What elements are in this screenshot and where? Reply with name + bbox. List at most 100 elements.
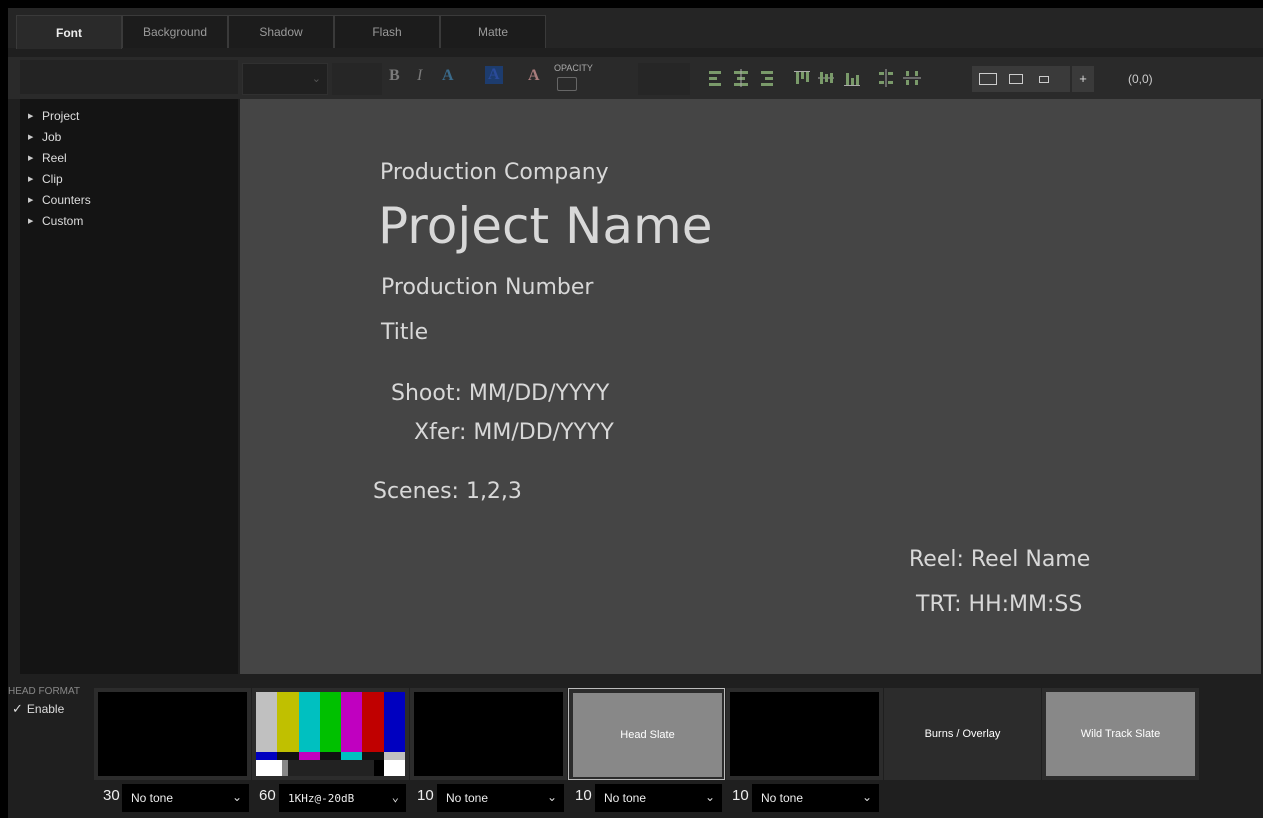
toolbar-left-field xyxy=(20,60,238,94)
add-button[interactable]: + xyxy=(1072,66,1094,92)
xfer-date-text[interactable]: Xfer: MM/DD/YYYY xyxy=(414,420,614,445)
slate-canvas[interactable]: Production Company Project Name Producti… xyxy=(240,99,1261,674)
duration-field[interactable]: 30 xyxy=(103,787,120,804)
slot-preview xyxy=(98,692,247,776)
tab-shadow[interactable]: Shadow xyxy=(228,15,334,48)
color-bars-preview xyxy=(256,692,405,776)
tab-font[interactable]: Font xyxy=(16,15,122,49)
align-right-icon[interactable] xyxy=(756,68,776,88)
duration-field[interactable]: 60 xyxy=(259,787,276,804)
tab-background[interactable]: Background xyxy=(122,15,228,48)
tree-item-counters[interactable]: ▶ Counters xyxy=(20,189,238,210)
align-left-icon[interactable] xyxy=(706,68,726,88)
tone-select-value: No tone xyxy=(604,791,647,805)
burns-overlay-preview: Burns / Overlay xyxy=(924,728,1001,740)
tone-select-value: No tone xyxy=(446,791,489,805)
text-outline-button[interactable]: A xyxy=(442,67,454,85)
color-bar xyxy=(298,692,321,752)
distribute-vertical-icon[interactable] xyxy=(902,68,922,88)
tree-item-clip[interactable]: ▶ Clip xyxy=(20,168,238,189)
tone-select-value: No tone xyxy=(131,791,174,805)
tone-select[interactable]: No tone ⌄ xyxy=(122,784,249,812)
chevron-down-icon: ⌄ xyxy=(704,790,715,804)
tree-item-label: Project xyxy=(42,108,80,123)
format-slot-color-bars[interactable] xyxy=(252,688,409,780)
tree-item-label: Clip xyxy=(42,171,63,186)
expand-arrow-icon: ▶ xyxy=(28,112,34,120)
large-box-icon[interactable] xyxy=(977,70,999,88)
color-bar-mid xyxy=(277,752,300,760)
expand-arrow-icon: ▶ xyxy=(28,133,34,141)
tree-item-custom[interactable]: ▶ Custom xyxy=(20,210,238,231)
color-bar xyxy=(319,692,342,752)
coordinate-readout: (0,0) xyxy=(1128,72,1153,86)
format-slot-wild-track-slate[interactable]: Wild Track Slate xyxy=(1042,688,1199,780)
format-slot-black-3[interactable] xyxy=(726,688,883,780)
format-slot-black-1[interactable] xyxy=(94,688,251,780)
chevron-down-icon: ⌄ xyxy=(311,73,321,85)
expand-arrow-icon: ▶ xyxy=(28,196,34,204)
enable-checkbox[interactable]: ✓ Enable xyxy=(12,701,64,717)
align-bottom-icon[interactable] xyxy=(842,68,862,88)
align-top-icon[interactable] xyxy=(792,68,812,88)
color-bar-low xyxy=(256,760,282,776)
color-bar-mid xyxy=(341,752,363,760)
color-bar-mid xyxy=(298,752,321,760)
shoot-date-text[interactable]: Shoot: MM/DD/YYYY xyxy=(391,381,609,406)
opacity-checkbox[interactable] xyxy=(557,77,577,91)
tone-select[interactable]: No tone ⌄ xyxy=(595,784,722,812)
color-bar-low xyxy=(384,760,405,776)
color-bar-mid xyxy=(319,752,342,760)
color-bar xyxy=(341,692,363,752)
trt-text[interactable]: TRT: HH:MM:SS xyxy=(916,592,1082,617)
checkmark-icon: ✓ xyxy=(12,701,23,716)
scenes-text[interactable]: Scenes: 1,2,3 xyxy=(373,479,522,504)
format-slot-burns-overlay[interactable]: Burns / Overlay xyxy=(884,688,1041,780)
color-bar xyxy=(256,692,278,752)
expand-arrow-icon: ▶ xyxy=(28,175,34,183)
font-size-field[interactable] xyxy=(332,63,382,95)
tree-item-job[interactable]: ▶ Job xyxy=(20,126,238,147)
format-slot-black-2[interactable] xyxy=(410,688,567,780)
tree-item-label: Reel xyxy=(42,150,67,165)
font-family-select[interactable]: ⌄ xyxy=(242,63,328,95)
duration-field[interactable]: 10 xyxy=(417,787,434,804)
production-company-text[interactable]: Production Company xyxy=(380,160,609,185)
slot-preview xyxy=(414,692,563,776)
duration-field[interactable]: 10 xyxy=(575,787,592,804)
format-slot-head-slate[interactable]: Head Slate xyxy=(568,688,725,780)
project-name-text[interactable]: Project Name xyxy=(378,197,712,255)
tree-item-project[interactable]: ▶ Project xyxy=(20,105,238,126)
tone-select[interactable]: 1KHz@-20dB ⌄ xyxy=(279,784,406,812)
italic-button[interactable]: I xyxy=(417,67,422,85)
tone-select[interactable]: No tone ⌄ xyxy=(437,784,564,812)
align-middle-icon[interactable] xyxy=(816,68,836,88)
chevron-down-icon: ⌄ xyxy=(546,790,557,804)
tab-matte[interactable]: Matte xyxy=(440,15,546,48)
medium-box-icon[interactable] xyxy=(1005,70,1027,88)
tab-flash[interactable]: Flash xyxy=(334,15,440,48)
title-text[interactable]: Title xyxy=(381,320,428,345)
chevron-down-icon: ⌄ xyxy=(861,790,872,804)
color-bar-mid xyxy=(256,752,278,760)
tree-item-reel[interactable]: ▶ Reel xyxy=(20,147,238,168)
slot-preview xyxy=(730,692,879,776)
production-number-text[interactable]: Production Number xyxy=(381,275,593,300)
duration-field[interactable]: 10 xyxy=(732,787,749,804)
tab-bar: Font Background Shadow Flash Matte xyxy=(8,8,1263,49)
tree-item-label: Counters xyxy=(42,192,91,207)
tone-select-value: 1KHz@-20dB xyxy=(288,791,355,805)
expand-arrow-icon: ▶ xyxy=(28,154,34,162)
bold-button[interactable]: B xyxy=(389,67,400,85)
expand-arrow-icon: ▶ xyxy=(28,217,34,225)
small-box-icon[interactable] xyxy=(1033,70,1055,88)
tree-item-label: Job xyxy=(42,129,62,144)
distribute-horizontal-icon[interactable] xyxy=(876,68,896,88)
opacity-value-field[interactable] xyxy=(638,63,690,95)
tone-select[interactable]: No tone ⌄ xyxy=(752,784,879,812)
align-center-icon[interactable] xyxy=(731,68,751,88)
reel-text[interactable]: Reel: Reel Name xyxy=(909,547,1090,572)
text-shadow-button[interactable]: A xyxy=(528,67,540,85)
text-highlight-button[interactable]: A xyxy=(485,66,503,84)
color-bar xyxy=(277,692,300,752)
